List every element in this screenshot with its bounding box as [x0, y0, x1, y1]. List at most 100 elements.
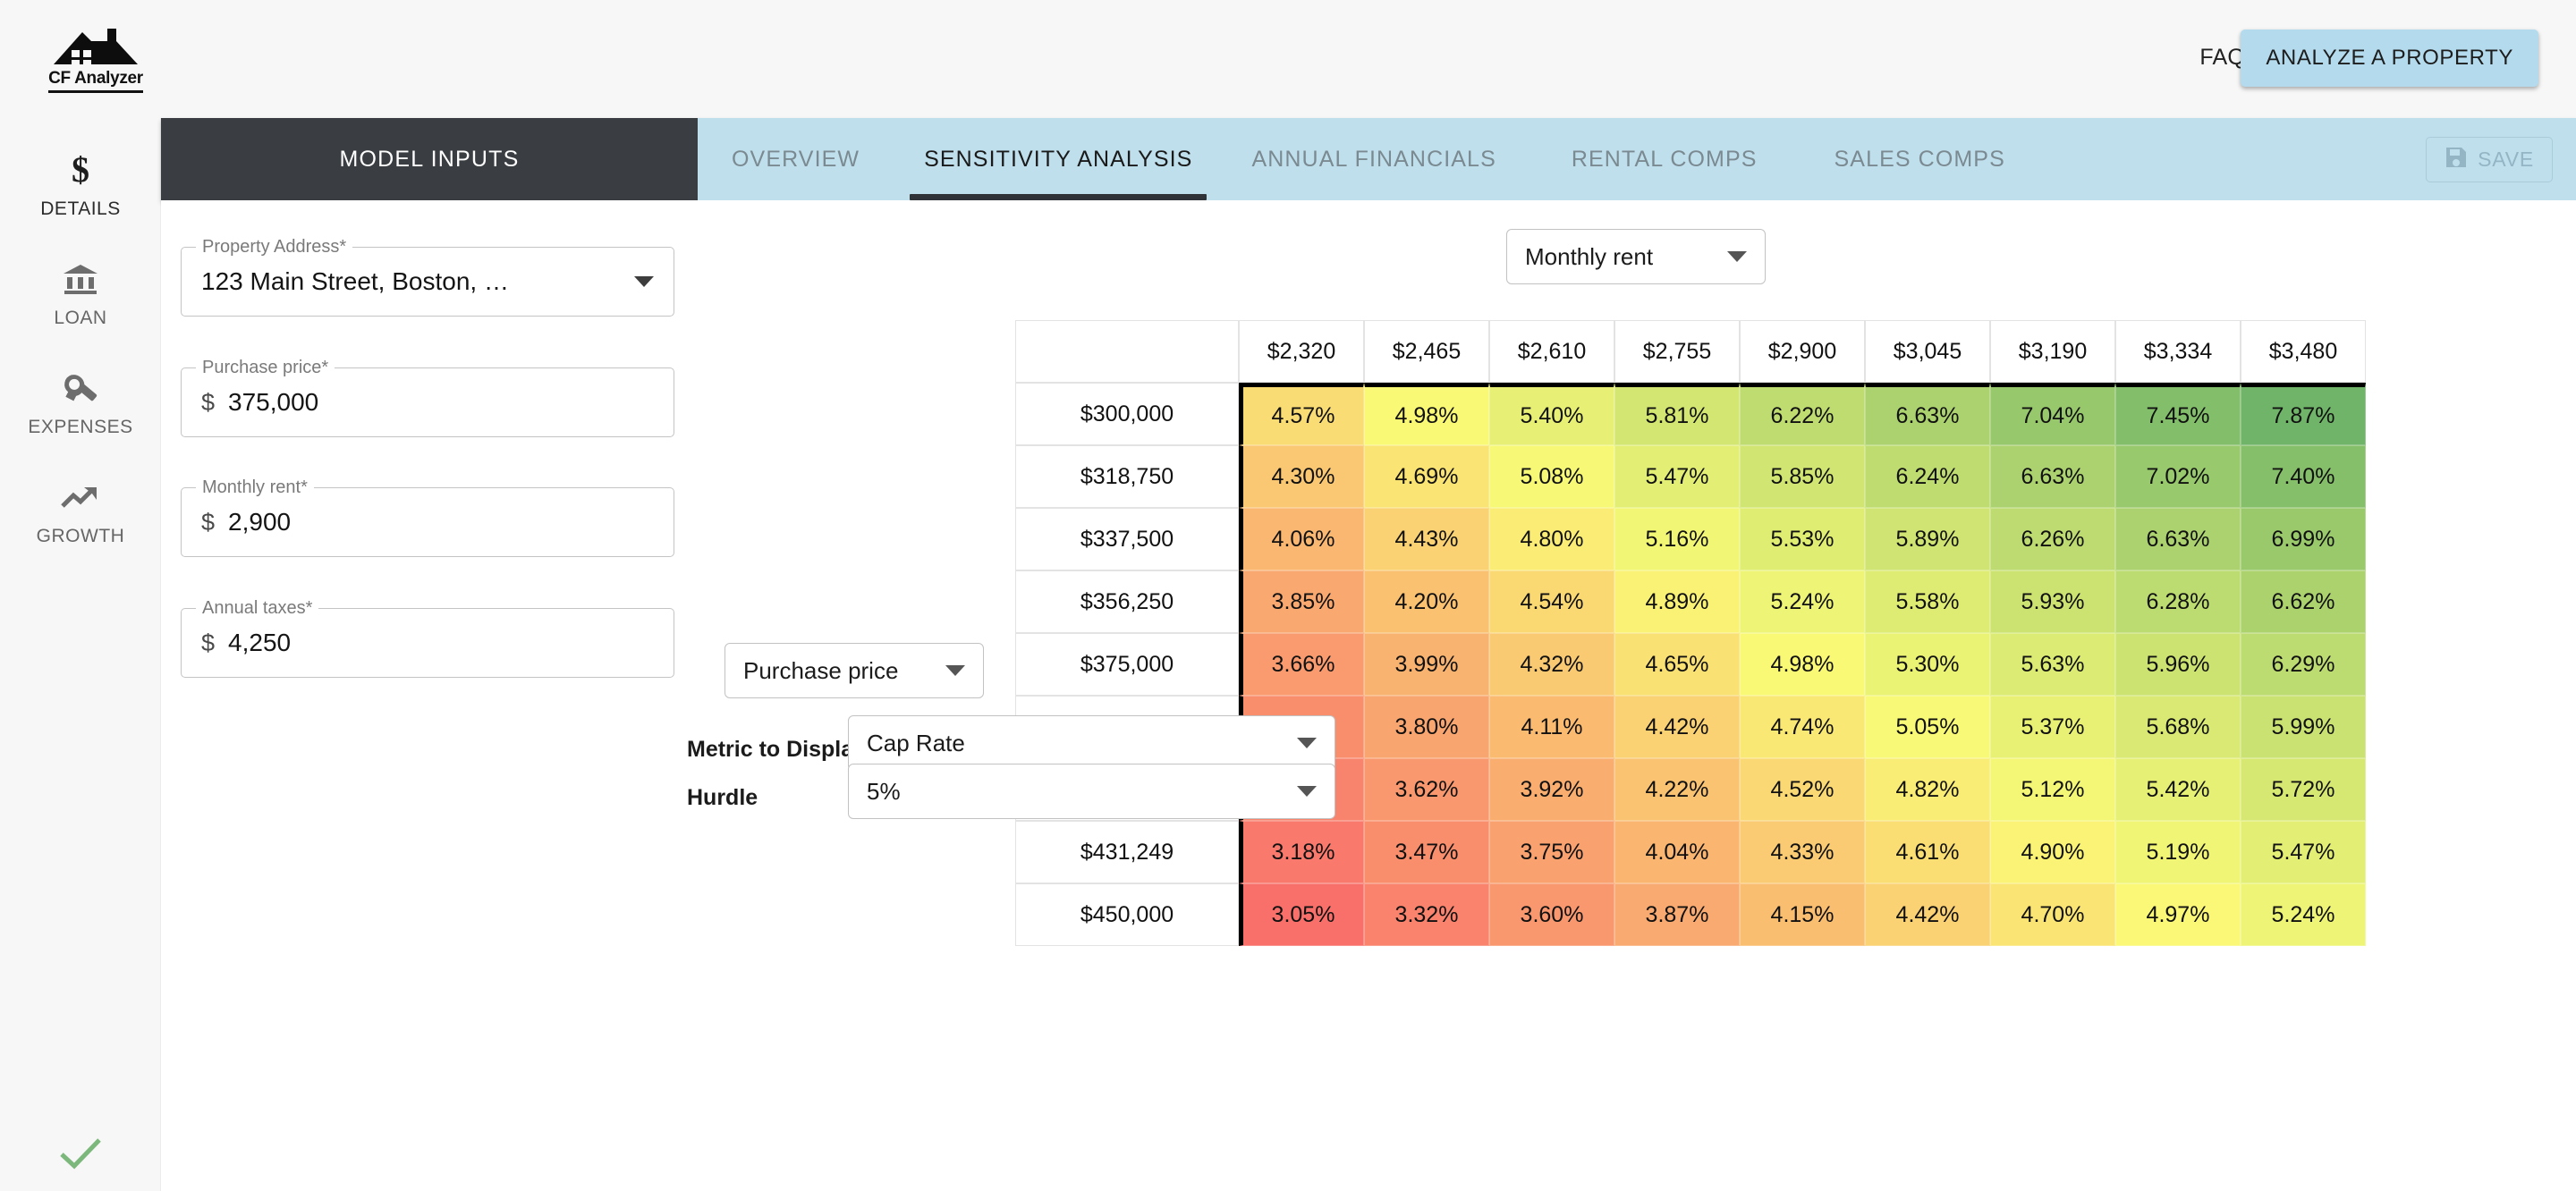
- monthly-rent-label: Monthly rent*: [196, 477, 314, 498]
- heatmap-cell: 3.32%: [1364, 883, 1489, 946]
- chevron-down-icon[interactable]: [634, 276, 654, 287]
- save-button[interactable]: SAVE: [2426, 137, 2553, 182]
- heatmap-cell: 7.45%: [2115, 383, 2241, 445]
- sidebar: $ DETAILS LOAN EXPENSES GROWTH: [0, 118, 161, 1191]
- heatmap-cell: 6.24%: [1865, 445, 1990, 508]
- heatmap-cell: 4.20%: [1364, 570, 1489, 633]
- heatmap-row: $356,250 3.85% 4.20% 4.54% 4.89% 5.24% 5.58% 5.…: [1015, 570, 2366, 633]
- svg-text:$: $: [72, 152, 89, 190]
- sidebar-item-loan[interactable]: LOAN: [0, 240, 161, 349]
- row-axis-select[interactable]: Purchase price: [724, 643, 984, 698]
- sensitivity-heatmap-table: $2,320 $2,465 $2,610 $2,755 $2,900 $3,045 $3,1…: [1015, 320, 2366, 946]
- heatmap-cell: 4.57%: [1239, 383, 1364, 445]
- heatmap-cell: 5.96%: [2115, 633, 2241, 696]
- heatmap-cell: 7.40%: [2241, 445, 2366, 508]
- column-axis-value: Monthly rent: [1525, 242, 1654, 270]
- heatmap-row: $450,000 3.05% 3.32% 3.60% 3.87% 4.15% 4.42% 4.…: [1015, 883, 2366, 946]
- heatmap-col-header: $3,334: [2115, 320, 2241, 383]
- currency-prefix: $: [201, 629, 216, 656]
- heatmap-cell: 7.87%: [2241, 383, 2366, 445]
- heatmap-row: $318,750 4.30% 4.69% 5.08% 5.47% 5.85% 6.24% 6.…: [1015, 445, 2366, 508]
- heatmap-col-header: $2,900: [1740, 320, 1865, 383]
- heatmap-cell: 3.18%: [1239, 821, 1364, 883]
- hurdle-label: Hurdle: [687, 785, 758, 810]
- heatmap-col-header: $2,320: [1239, 320, 1364, 383]
- heatmap-cell: 7.02%: [2115, 445, 2241, 508]
- hurdle-select[interactable]: 5%: [848, 764, 1335, 819]
- trending-up-icon: [61, 478, 100, 518]
- heatmap-cell: 5.72%: [2241, 758, 2366, 821]
- app-logo[interactable]: CF Analyzer: [39, 16, 152, 102]
- tab-annual-financials[interactable]: ANNUAL FINANCIALS: [1223, 118, 1524, 200]
- property-address-field[interactable]: Property Address* 123 Main Street, Bosto…: [181, 237, 674, 317]
- sidebar-item-label: LOAN: [54, 307, 107, 328]
- heatmap-cell: 7.04%: [1990, 383, 2115, 445]
- heatmap-row: $431,249 3.18% 3.47% 3.75% 4.04% 4.33% 4.61% 4.…: [1015, 821, 2366, 883]
- tab-model-inputs[interactable]: MODEL INPUTS: [161, 118, 698, 200]
- heatmap-cell: 4.74%: [1740, 696, 1865, 758]
- check-icon: [0, 1136, 161, 1171]
- metric-to-display-select[interactable]: Cap Rate: [848, 715, 1335, 771]
- heatmap-cell: 4.32%: [1489, 633, 1614, 696]
- tab-overview[interactable]: OVERVIEW: [698, 118, 894, 200]
- monthly-rent-field[interactable]: Monthly rent* $ 2,900: [181, 477, 674, 557]
- sidebar-item-details[interactable]: $ DETAILS: [0, 131, 161, 240]
- sidebar-item-expenses[interactable]: EXPENSES: [0, 349, 161, 458]
- heatmap-cell: 5.08%: [1489, 445, 1614, 508]
- monthly-rent-value: 2,900: [228, 508, 292, 536]
- heatmap-row: $300,000 4.57% 4.98% 5.40% 5.81% 6.22% 6.63% 7.…: [1015, 383, 2366, 445]
- tab-sales-comps[interactable]: SALES COMPS: [1804, 118, 2036, 200]
- annual-taxes-value: 4,250: [228, 629, 292, 656]
- heatmap-cell: 5.24%: [1740, 570, 1865, 633]
- tab-sensitivity-analysis[interactable]: SENSITIVITY ANALYSIS: [894, 118, 1223, 200]
- column-axis-select[interactable]: Monthly rent: [1506, 229, 1766, 284]
- heatmap-cell: 4.70%: [1990, 883, 2115, 946]
- heatmap-row-header: $318,750: [1015, 445, 1239, 508]
- faq-link[interactable]: FAQ: [2199, 45, 2245, 71]
- heatmap-cell: 5.30%: [1865, 633, 1990, 696]
- heatmap-cell: 6.26%: [1990, 508, 2115, 570]
- purchase-price-label: Purchase price*: [196, 358, 335, 378]
- heatmap-cell: 4.43%: [1364, 508, 1489, 570]
- heatmap-cell: 6.29%: [2241, 633, 2366, 696]
- sidebar-item-growth[interactable]: GROWTH: [0, 458, 161, 567]
- main-content: Property Address* 123 Main Street, Bosto…: [161, 200, 2576, 1191]
- heatmap-cell: 5.53%: [1740, 508, 1865, 570]
- wrench-icon: [62, 369, 99, 409]
- purchase-price-field[interactable]: Purchase price* $ 375,000: [181, 358, 674, 437]
- purchase-price-value: 375,000: [228, 388, 319, 416]
- heatmap-cell: 4.52%: [1740, 758, 1865, 821]
- heatmap-cell: 4.61%: [1865, 821, 1990, 883]
- metric-to-display-label: Metric to Display: [687, 737, 867, 762]
- heatmap-cell: 4.06%: [1239, 508, 1364, 570]
- heatmap-cell: 4.90%: [1990, 821, 2115, 883]
- chevron-down-icon: [1297, 738, 1317, 748]
- heatmap-cell: 4.98%: [1740, 633, 1865, 696]
- heatmap-cell: 5.81%: [1614, 383, 1740, 445]
- heatmap-cell: 4.97%: [2115, 883, 2241, 946]
- heatmap-cell: 5.42%: [2115, 758, 2241, 821]
- dollar-sign-icon: $: [67, 151, 94, 190]
- house-roof-icon: [52, 25, 140, 68]
- annual-taxes-field[interactable]: Annual taxes* $ 4,250: [181, 598, 674, 678]
- heatmap-col-header: $2,755: [1614, 320, 1740, 383]
- heatmap-cell: 4.11%: [1489, 696, 1614, 758]
- heatmap-cell: 3.85%: [1239, 570, 1364, 633]
- heatmap-cell: 4.54%: [1489, 570, 1614, 633]
- bank-icon: [62, 260, 99, 300]
- heatmap-cell: 4.04%: [1614, 821, 1740, 883]
- heatmap-row-header: $431,249: [1015, 821, 1239, 883]
- analyze-a-property-button[interactable]: ANALYZE A PROPERTY: [2241, 30, 2538, 87]
- heatmap-cell: 6.63%: [2115, 508, 2241, 570]
- heatmap-cell: 6.63%: [1865, 383, 1990, 445]
- heatmap-col-header: $3,045: [1865, 320, 1990, 383]
- heatmap-cell: 4.33%: [1740, 821, 1865, 883]
- heatmap-cell: 5.63%: [1990, 633, 2115, 696]
- sidebar-item-label: DETAILS: [40, 198, 121, 219]
- heatmap-cell: 6.62%: [2241, 570, 2366, 633]
- heatmap-cell: 5.85%: [1740, 445, 1865, 508]
- tab-rental-comps[interactable]: RENTAL COMPS: [1525, 118, 1804, 200]
- heatmap-cell: 6.22%: [1740, 383, 1865, 445]
- heatmap-cell: 6.63%: [1990, 445, 2115, 508]
- heatmap-cell: 4.42%: [1614, 696, 1740, 758]
